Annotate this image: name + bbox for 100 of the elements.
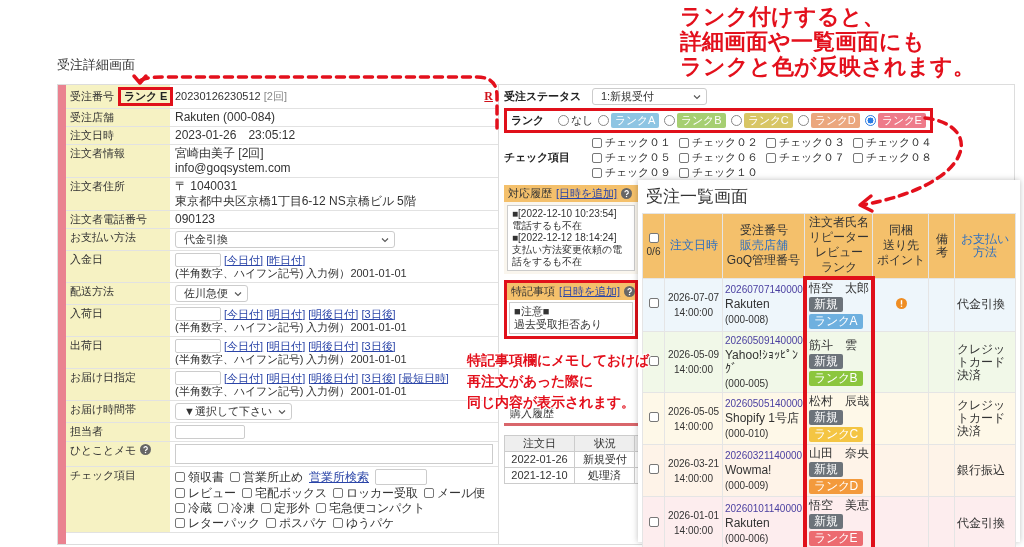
date-link[interactable]: [昨日付] bbox=[266, 253, 306, 267]
date-link[interactable]: [明後日付] bbox=[308, 339, 359, 353]
date-link[interactable]: [明後日付] bbox=[308, 371, 359, 385]
checkbox[interactable] bbox=[766, 137, 776, 148]
repeat-badge: 新規 bbox=[808, 462, 843, 477]
annotation-text: 再注文があった際に bbox=[467, 373, 593, 391]
add-date-link[interactable]: [日時を追加] bbox=[559, 285, 621, 298]
checkbox[interactable] bbox=[766, 152, 776, 163]
dropdown[interactable]: 代金引換 bbox=[175, 231, 395, 248]
checkbox[interactable] bbox=[853, 152, 863, 163]
date-link[interactable]: [今日付] bbox=[224, 253, 264, 267]
page-title: 受注詳細画面 bbox=[57, 57, 135, 72]
checkbox[interactable] bbox=[333, 518, 343, 528]
row-checkbox[interactable] bbox=[648, 412, 659, 422]
checkbox[interactable] bbox=[333, 488, 343, 498]
date-link[interactable]: [今日付] bbox=[224, 307, 264, 321]
date-field[interactable] bbox=[175, 253, 221, 267]
payment-method: クレジットカード決済 bbox=[957, 398, 1005, 438]
checkbox[interactable] bbox=[592, 152, 602, 163]
radio-button[interactable] bbox=[730, 115, 742, 126]
column-header: 送り先 bbox=[882, 239, 919, 253]
date-link[interactable]: [3日後] bbox=[361, 339, 396, 353]
date-link[interactable]: [明日付] bbox=[266, 307, 306, 321]
status-dropdown[interactable]: 1:新規受付 bbox=[592, 88, 707, 105]
checkbox[interactable] bbox=[592, 167, 602, 178]
date-field[interactable] bbox=[175, 371, 221, 385]
text-field[interactable] bbox=[175, 425, 245, 439]
radio-button[interactable] bbox=[797, 115, 809, 126]
input-hint: (半角数字、ハイフン記号) 入力例）2001-01-01 bbox=[175, 385, 407, 398]
field-label: ひとことメモ bbox=[70, 444, 136, 457]
chevron-icon bbox=[381, 236, 389, 243]
checkbox[interactable] bbox=[175, 472, 185, 482]
radio-button[interactable] bbox=[558, 115, 569, 126]
dropdown[interactable]: ▼選択して下さい bbox=[175, 403, 292, 420]
annotation-text: 特記事項欄にメモしておけば bbox=[467, 352, 649, 370]
checkbox[interactable] bbox=[679, 137, 689, 148]
column-header: 受注番号 bbox=[739, 224, 788, 238]
select-all-checkbox[interactable] bbox=[648, 233, 659, 244]
checkbox[interactable] bbox=[242, 488, 252, 498]
checkbox[interactable] bbox=[679, 152, 689, 163]
checkbox-label: チェック０２ bbox=[692, 136, 758, 149]
row-checkbox[interactable] bbox=[648, 464, 659, 474]
rank-badge: ランクB bbox=[808, 370, 863, 386]
checkbox[interactable] bbox=[316, 503, 326, 513]
checkbox[interactable] bbox=[218, 503, 228, 513]
checkbox[interactable] bbox=[175, 518, 185, 528]
checkbox[interactable] bbox=[261, 503, 271, 513]
checkbox-label: 宅配ボックス bbox=[255, 486, 327, 500]
annotation-text: 詳細画面や一覧画面にも bbox=[680, 29, 925, 54]
date-link[interactable]: [明日付] bbox=[266, 339, 306, 353]
checkbox[interactable] bbox=[592, 137, 602, 148]
date-link[interactable]: [3日後] bbox=[361, 307, 396, 321]
checkbox[interactable] bbox=[853, 137, 863, 148]
table-cell: 2021-12-10 bbox=[504, 467, 575, 484]
checkbox-label: チェック０７ bbox=[779, 151, 845, 164]
checkbox-label: 冷蔵 bbox=[188, 501, 212, 515]
row-checkbox[interactable] bbox=[648, 516, 659, 527]
checkbox-label: チェック０６ bbox=[692, 151, 758, 164]
radio-button[interactable] bbox=[664, 115, 676, 126]
date-link[interactable]: [今日付] bbox=[224, 339, 264, 353]
rank-option: ランクB bbox=[677, 113, 726, 128]
row-checkbox[interactable] bbox=[648, 355, 659, 366]
search-link[interactable]: 営業所検索 bbox=[309, 470, 369, 484]
date-field[interactable] bbox=[175, 307, 221, 321]
order-time: 14:00:00 bbox=[674, 419, 713, 433]
checkbox[interactable] bbox=[424, 488, 434, 498]
row-checkbox[interactable] bbox=[648, 298, 659, 309]
order-date: 2026-07-07 bbox=[667, 290, 720, 304]
add-date-link[interactable]: [日時を追加] bbox=[556, 187, 618, 200]
memo-field[interactable] bbox=[175, 444, 493, 464]
checkbox[interactable] bbox=[175, 503, 185, 513]
checkbox-label: チェック０４ bbox=[866, 136, 932, 149]
order-number-link[interactable]: 20260505140000 bbox=[725, 397, 803, 410]
order-number-link[interactable]: 20260101140000 bbox=[725, 501, 803, 515]
date-field[interactable] bbox=[175, 339, 221, 353]
order-number-link[interactable]: 20260321140000 bbox=[725, 449, 803, 462]
checkbox[interactable] bbox=[230, 472, 240, 482]
order-number-link[interactable]: 20260509140000 bbox=[725, 334, 803, 347]
section-title: 特記事項 bbox=[511, 285, 555, 298]
order-number-link[interactable]: 20260707140000 bbox=[725, 283, 803, 297]
checkbox[interactable] bbox=[266, 518, 276, 528]
dropdown[interactable]: 佐川急便 bbox=[175, 285, 248, 302]
date-link[interactable]: [最短日時] bbox=[398, 371, 449, 385]
checkbox[interactable] bbox=[175, 488, 185, 498]
checkbox-label: 定形外 bbox=[274, 501, 310, 515]
field-value: Rakuten (000-084) bbox=[175, 111, 276, 124]
radio-button[interactable] bbox=[864, 115, 876, 126]
radio-button[interactable] bbox=[598, 115, 609, 126]
shop-name: Yahoo!ｼｮｯﾋﾟﾝｸﾞ bbox=[725, 349, 800, 375]
note-text: ■注意■ 過去受取拒否あり bbox=[514, 305, 603, 331]
screen-title: 受注一覧画面 bbox=[646, 186, 748, 208]
date-link[interactable]: [明日付] bbox=[266, 371, 306, 385]
date-link[interactable]: [3日後] bbox=[361, 371, 396, 385]
text-field[interactable] bbox=[375, 469, 427, 485]
date-link[interactable]: [今日付] bbox=[224, 371, 264, 385]
shop-name: Rakuten bbox=[725, 298, 770, 312]
date-link[interactable]: [明後日付] bbox=[308, 307, 359, 321]
column-header: 注文日 bbox=[504, 435, 575, 452]
checkbox[interactable] bbox=[679, 167, 689, 178]
field-label: お届け日指定 bbox=[70, 371, 136, 384]
